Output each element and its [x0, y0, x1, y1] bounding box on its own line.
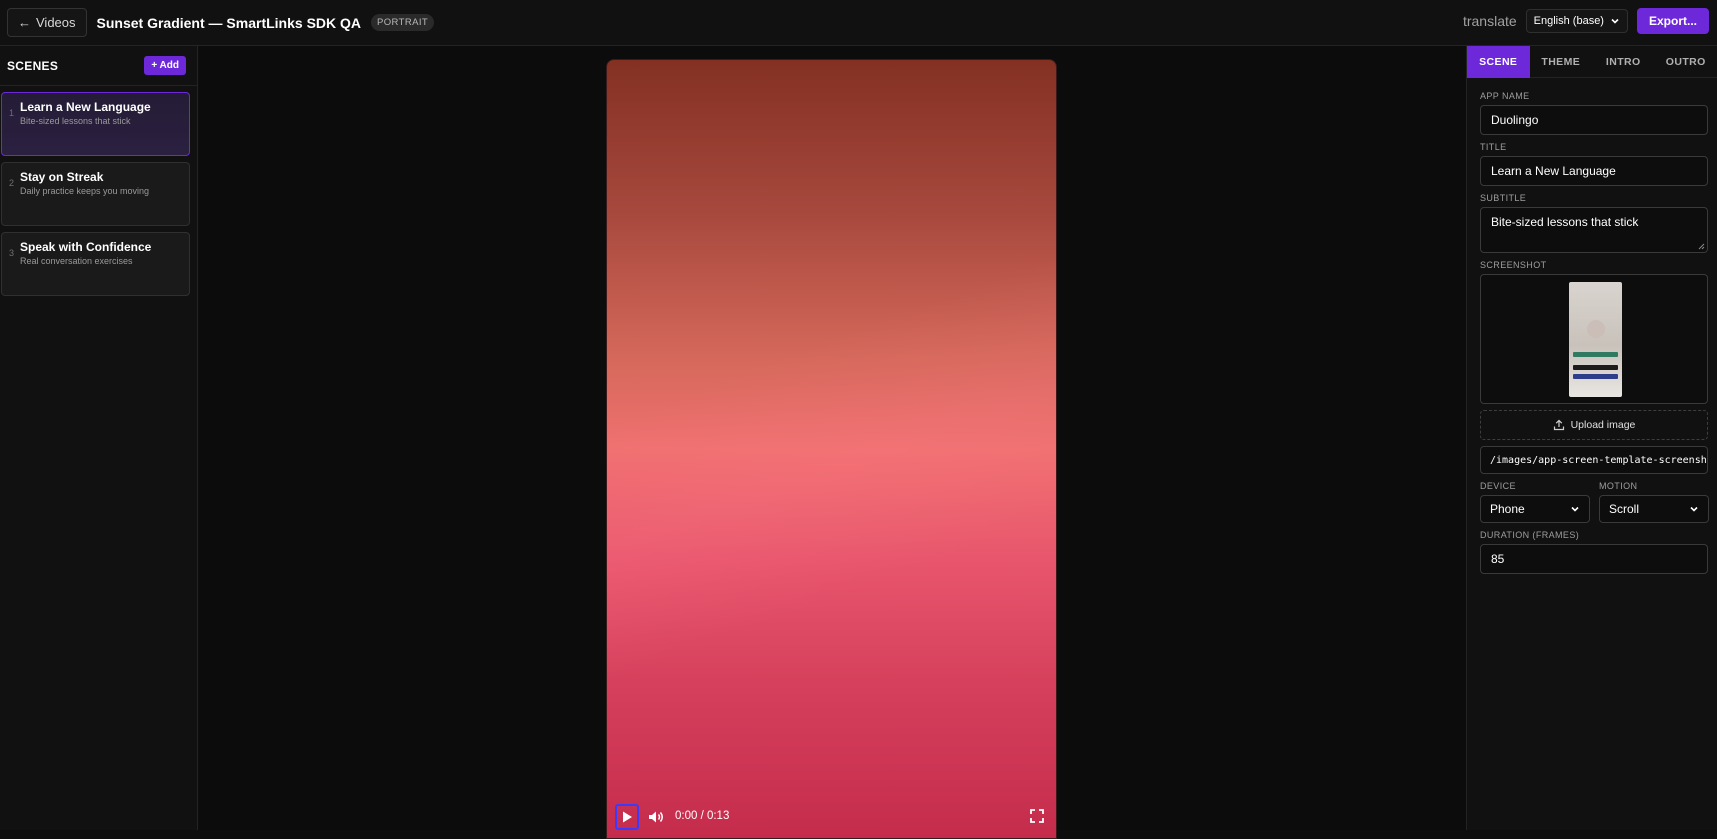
motion-value: Scroll [1609, 502, 1639, 516]
export-button[interactable]: Export... [1637, 8, 1709, 34]
title-input[interactable]: Learn a New Language [1480, 156, 1708, 186]
motion-label: MOTION [1599, 481, 1709, 493]
screenshot-preview [1480, 274, 1708, 404]
screenshot-label: SCREENSHOT [1480, 260, 1709, 272]
scene-subtitle: Bite-sized lessons that stick [20, 116, 131, 126]
scene-number: 3 [9, 248, 14, 258]
scene-card[interactable]: 2 Stay on Streak Daily practice keeps yo… [1, 162, 190, 226]
subtitle-value: Bite-sized lessons that stick [1491, 215, 1638, 229]
device-select[interactable]: Phone [1480, 495, 1590, 523]
language-select[interactable]: English (base) [1526, 9, 1628, 33]
scene-list: 1 Learn a New Language Bite-sized lesson… [0, 92, 197, 296]
translate-label: translate [1463, 13, 1517, 29]
tab-theme[interactable]: THEME [1530, 46, 1593, 78]
top-bar: ← Videos Sunset Gradient — SmartLinks SD… [0, 0, 1717, 46]
resize-grip-icon[interactable] [1698, 243, 1705, 250]
screenshot-thumbnail [1569, 282, 1622, 397]
orientation-badge: PORTRAIT [371, 14, 434, 31]
chevron-down-icon [1610, 16, 1620, 26]
app-name-input[interactable]: Duolingo [1480, 105, 1708, 135]
back-to-videos-button[interactable]: ← Videos [7, 8, 87, 37]
upload-label: Upload image [1571, 419, 1636, 431]
scene-form: APP NAME Duolingo TITLE Learn a New Lang… [1467, 78, 1717, 574]
scene-number: 1 [9, 108, 14, 118]
scene-title: Learn a New Language [20, 100, 151, 114]
scenes-title: SCENES [7, 59, 58, 73]
upload-image-button[interactable]: Upload image [1480, 410, 1708, 440]
play-icon [620, 810, 634, 824]
video-controls: 0:00 / 0:13 [607, 804, 1056, 830]
back-label: Videos [36, 15, 76, 30]
upload-icon [1553, 419, 1565, 431]
scenes-header: SCENES + Add [0, 46, 197, 86]
subtitle-textarea[interactable]: Bite-sized lessons that stick [1480, 207, 1708, 253]
duration-label: DURATION (FRAMES) [1480, 530, 1709, 542]
tab-intro[interactable]: INTRO [1592, 46, 1655, 78]
motion-select[interactable]: Scroll [1599, 495, 1709, 523]
scene-subtitle: Real conversation exercises [20, 256, 133, 266]
device-value: Phone [1490, 502, 1525, 516]
device-label: DEVICE [1480, 481, 1590, 493]
scenes-panel: SCENES + Add 1 Learn a New Language Bite… [0, 46, 198, 830]
tab-outro[interactable]: OUTRO [1655, 46, 1717, 78]
scene-number: 2 [9, 178, 14, 188]
app-name-label: APP NAME [1480, 91, 1709, 103]
volume-icon[interactable] [647, 808, 665, 826]
subtitle-label: SUBTITLE [1480, 193, 1709, 205]
duration-input[interactable]: 85 [1480, 544, 1708, 574]
playback-time: 0:00 / 0:13 [675, 810, 729, 822]
add-scene-button[interactable]: + Add [144, 56, 186, 75]
fullscreen-icon[interactable] [1030, 809, 1044, 823]
chevron-down-icon [1570, 504, 1580, 514]
title-label: TITLE [1480, 142, 1709, 154]
arrow-left-icon: ← [18, 15, 31, 30]
scene-subtitle: Daily practice keeps you moving [20, 186, 149, 196]
play-button[interactable] [615, 804, 639, 830]
scene-card[interactable]: 3 Speak with Confidence Real conversatio… [1, 232, 190, 296]
inspector-panel: SCENE THEME INTRO OUTRO APP NAME Duoling… [1466, 46, 1717, 830]
tab-scene[interactable]: SCENE [1467, 46, 1530, 78]
video-title: Sunset Gradient — SmartLinks SDK QA [97, 15, 362, 31]
preview-area: 0:00 / 0:13 [199, 46, 1466, 830]
video-preview[interactable]: 0:00 / 0:13 [606, 59, 1057, 839]
screenshot-path-input[interactable]: /images/app-screen-template-screenshot [1480, 446, 1708, 474]
inspector-tabs: SCENE THEME INTRO OUTRO [1467, 46, 1717, 78]
language-value: English (base) [1534, 15, 1604, 27]
scene-title: Stay on Streak [20, 170, 103, 184]
chevron-down-icon [1689, 504, 1699, 514]
scene-title: Speak with Confidence [20, 240, 151, 254]
scene-card[interactable]: 1 Learn a New Language Bite-sized lesson… [1, 92, 190, 156]
